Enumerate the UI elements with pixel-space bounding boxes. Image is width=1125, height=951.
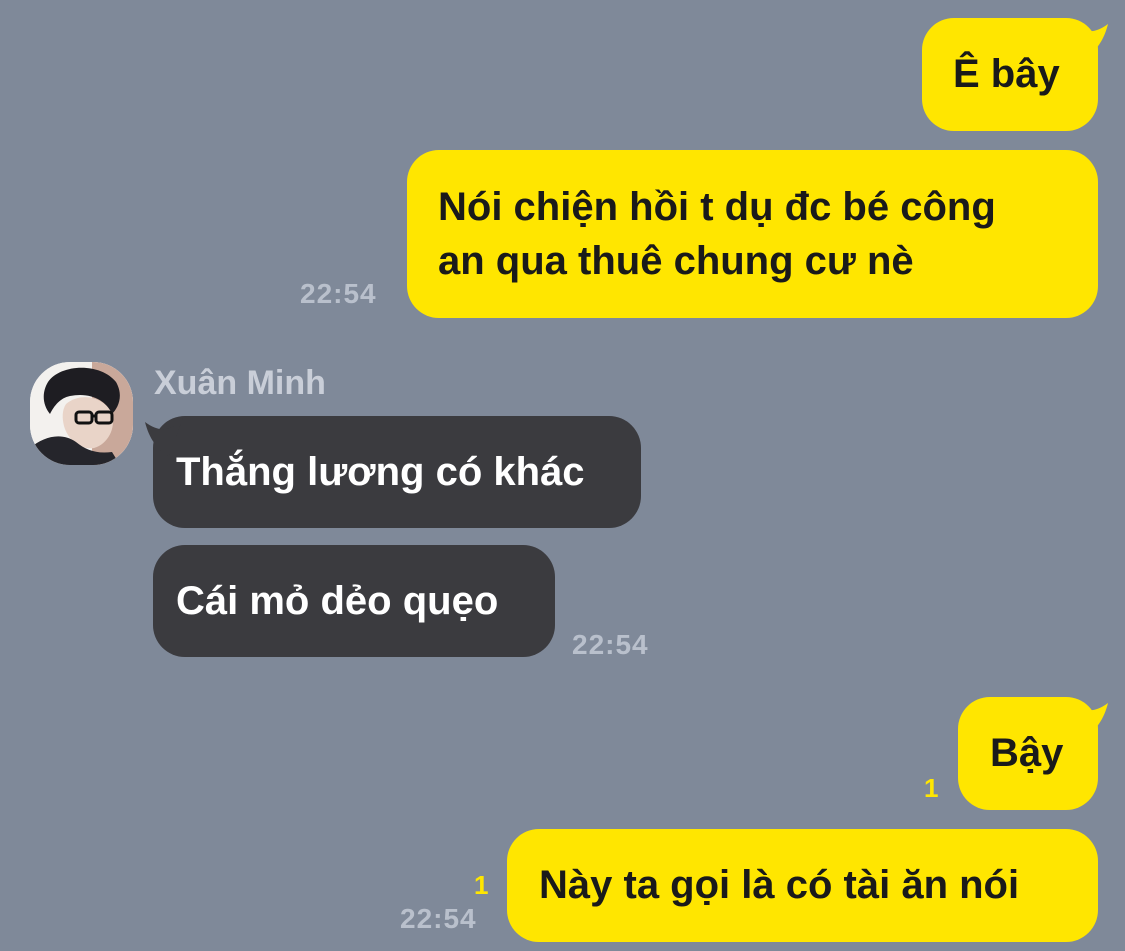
my-bubble-tail xyxy=(1070,699,1108,737)
their-bubble-tail xyxy=(145,418,183,456)
message-text: Bậy xyxy=(990,731,1064,775)
message-timestamp: 22:54 xyxy=(400,903,477,934)
my-message-bubble[interactable]: Nói chiện hồi t dụ đc bé công an qua thu… xyxy=(407,150,1098,318)
unread-count: 1 xyxy=(474,870,489,900)
their-message-bubble[interactable]: Cái mỏ dẻo quẹo xyxy=(153,545,555,657)
message-text: Thắng lương có khác xyxy=(176,450,585,494)
message-text: Ê bây xyxy=(953,52,1060,96)
message-text-line: Nói chiện hồi t dụ đc bé công xyxy=(438,185,996,229)
message-text-line: an qua thuê chung cư nè xyxy=(438,239,914,283)
my-bubble-tail xyxy=(1070,20,1108,58)
their-message-bubble[interactable]: Thắng lương có khác xyxy=(153,416,641,528)
message-text: Này ta gọi là có tài ăn nói xyxy=(539,863,1020,907)
contact-avatar[interactable] xyxy=(30,362,133,465)
my-message-bubble[interactable]: Này ta gọi là có tài ăn nói xyxy=(507,829,1098,942)
message-text: Cái mỏ dẻo quẹo xyxy=(176,579,499,623)
sender-name: Xuân Minh xyxy=(154,364,326,402)
unread-count: 1 xyxy=(924,773,939,803)
message-timestamp: 22:54 xyxy=(572,629,649,660)
message-timestamp: 22:54 xyxy=(300,278,377,309)
